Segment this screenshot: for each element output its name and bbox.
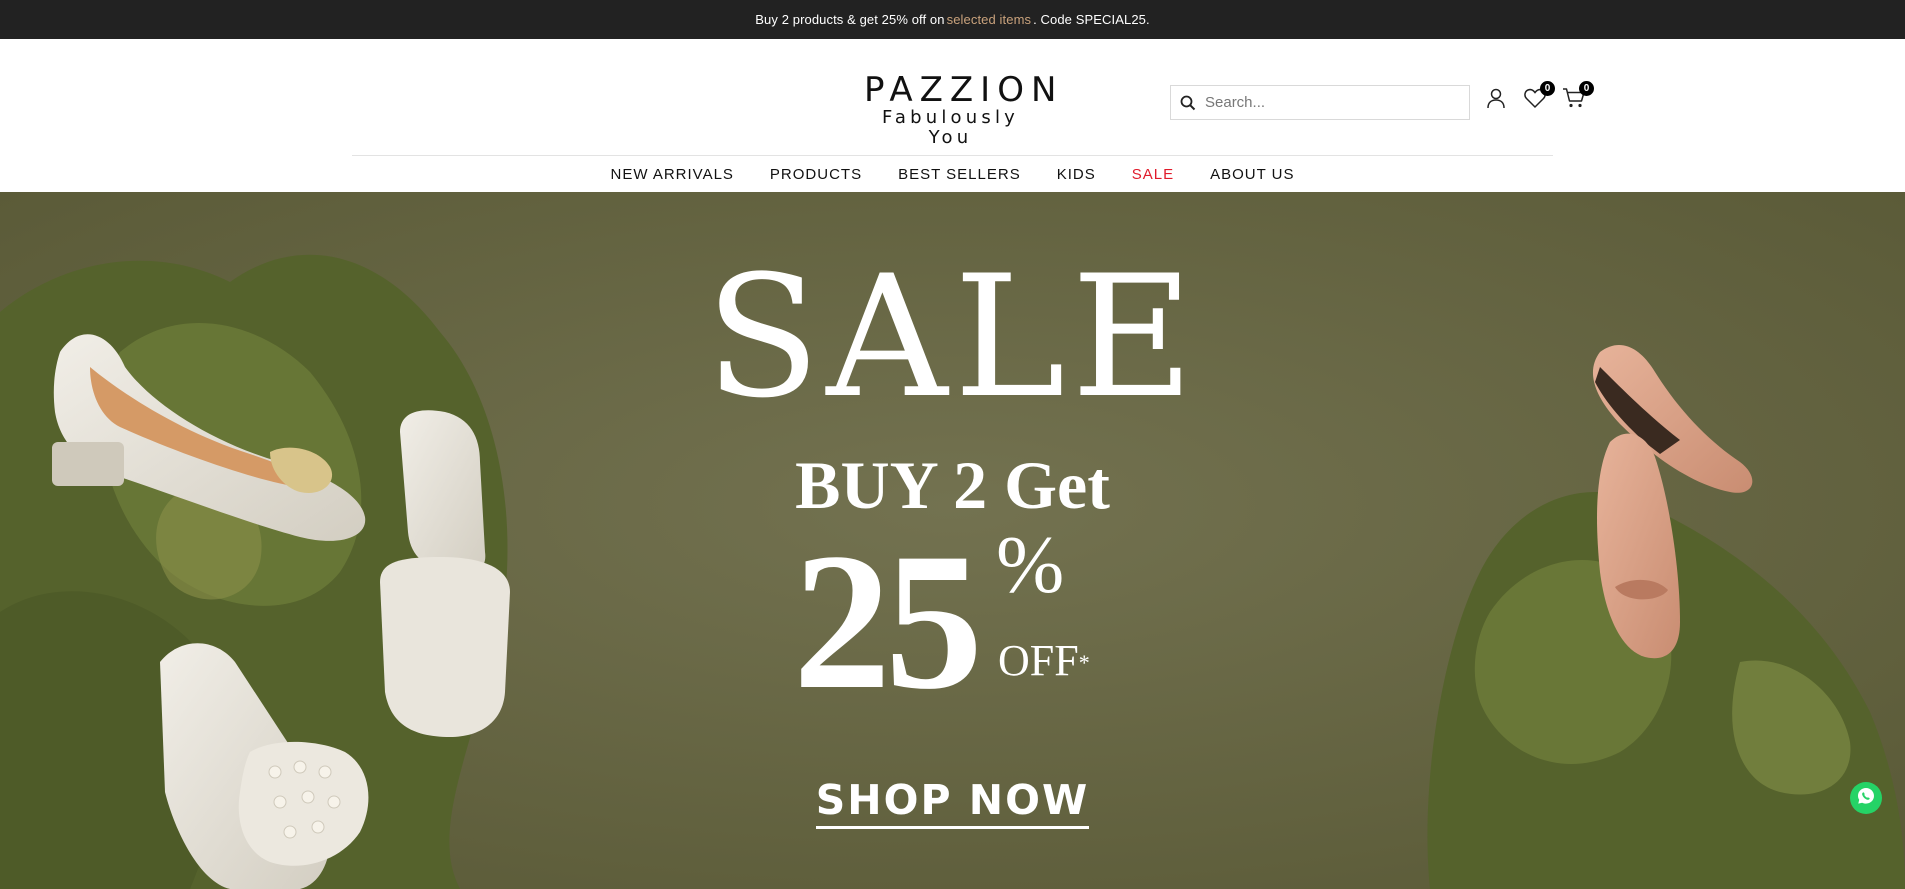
search-input[interactable]	[1205, 94, 1455, 111]
hero-offer-line: BUY 2 Get	[795, 447, 1110, 523]
nav-item-kids[interactable]: KIDS	[1057, 166, 1096, 183]
hero-cta-wrapper: SHOP NOW	[0, 776, 1905, 829]
main-nav: NEW ARRIVALS PRODUCTS BEST SELLERS KIDS …	[0, 156, 1905, 192]
announcement-bar: Buy 2 products & get 25% off on selected…	[0, 0, 1905, 39]
announcement-text: Buy 2 products & get 25% off on	[755, 12, 945, 27]
nav-item-sale[interactable]: SALE	[1132, 166, 1174, 183]
hero-off-text: OFF	[998, 636, 1079, 685]
whatsapp-button[interactable]	[1850, 782, 1882, 814]
brand-tagline: Fabulously You	[881, 107, 1020, 148]
user-icon	[1485, 87, 1507, 114]
account-button[interactable]	[1482, 86, 1510, 114]
wishlist-button[interactable]: 0	[1521, 81, 1555, 114]
search-icon[interactable]	[1171, 86, 1205, 119]
wishlist-count-badge: 0	[1540, 81, 1555, 96]
brand-name: PAZZION	[864, 70, 1064, 110]
cart-button[interactable]: 0	[1560, 81, 1594, 114]
hero-banner[interactable]: SALE BUY 2 Get 25 % OFF* SHOP NOW	[0, 192, 1905, 889]
search-box[interactable]	[1170, 85, 1470, 120]
nav-item-best-sellers[interactable]: BEST SELLERS	[898, 166, 1021, 183]
nav-item-new-arrivals[interactable]: NEW ARRIVALS	[611, 166, 734, 183]
announcement-code: . Code SPECIAL25.	[1033, 12, 1150, 27]
hero-percent-value: 25	[793, 513, 983, 730]
whatsapp-icon	[1856, 786, 1876, 811]
nav-item-products[interactable]: PRODUCTS	[770, 166, 862, 183]
brand-logo[interactable]: PAZZION Fabulously You	[858, 70, 1064, 148]
site-header: PAZZION Fabulously You 0 0	[0, 39, 1905, 156]
hero-off-label: OFF*	[998, 636, 1090, 686]
hero-percent-sign: %	[996, 519, 1065, 610]
announcement-link[interactable]: selected items	[947, 12, 1032, 27]
hero-sale-headline: SALE	[705, 239, 1200, 435]
nav-item-about-us[interactable]: ABOUT US	[1210, 166, 1294, 183]
hero-asterisk: *	[1078, 650, 1090, 675]
cart-count-badge: 0	[1579, 81, 1594, 96]
shop-now-button[interactable]: SHOP NOW	[815, 776, 1090, 829]
